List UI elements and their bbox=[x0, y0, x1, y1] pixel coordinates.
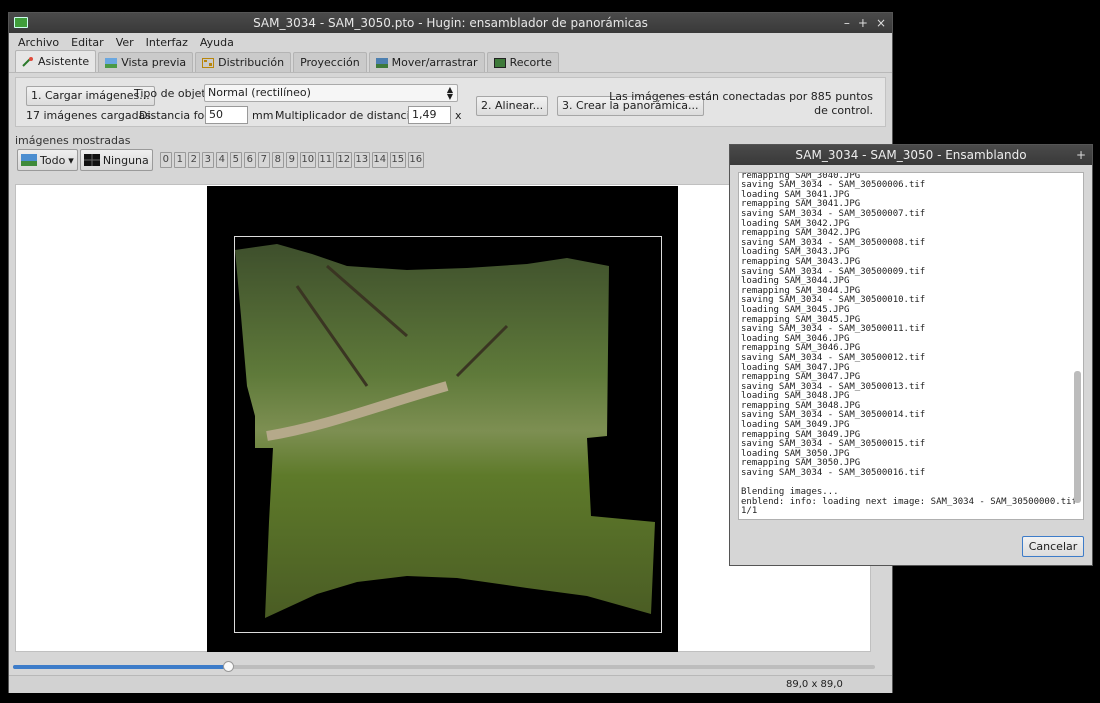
lens-type-select[interactable]: Normal (rectilíneo) ▲ ▼ bbox=[204, 84, 458, 102]
focal-unit-label: mm bbox=[252, 109, 274, 122]
image-toggle-0[interactable]: 0 bbox=[159, 152, 172, 168]
spin-arrows-icon: ▲ ▼ bbox=[446, 85, 453, 101]
no-images-icon bbox=[83, 154, 100, 166]
log-text: loading SAM_3040.JPG remapping SAM_3040.… bbox=[741, 172, 1077, 517]
window-title: SAM_3034 - SAM_3050.pto - Hugin: ensambl… bbox=[253, 16, 648, 30]
loaded-count-text: 17 imágenes cargadas. bbox=[26, 109, 155, 122]
scrollbar-thumb[interactable] bbox=[1074, 371, 1081, 503]
image-toggle-11[interactable]: 11 bbox=[317, 152, 334, 168]
dialog-titlebar[interactable]: SAM_3034 - SAM_3050 - Ensamblando + bbox=[730, 145, 1092, 165]
dropdown-arrow-icon: ▾ bbox=[68, 153, 74, 167]
image-toggle-4[interactable]: 4 bbox=[215, 152, 228, 168]
tab-proyeccion[interactable]: Proyección bbox=[293, 52, 367, 72]
all-images-icon bbox=[21, 154, 37, 166]
slider-thumb[interactable] bbox=[222, 661, 234, 672]
lens-type-value: Normal (rectilíneo) bbox=[208, 86, 311, 99]
menu-archivo[interactable]: Archivo bbox=[12, 36, 65, 49]
tab-mover-arrastrar[interactable]: Mover/arrastrar bbox=[368, 52, 485, 72]
image-toggle-15[interactable]: 15 bbox=[389, 152, 406, 168]
show-none-button[interactable]: Ninguna bbox=[79, 149, 153, 171]
image-toggle-10[interactable]: 10 bbox=[299, 152, 316, 168]
image-toggle-14[interactable]: 14 bbox=[371, 152, 388, 168]
show-all-label: Todo bbox=[40, 153, 66, 167]
panorama-canvas[interactable] bbox=[207, 186, 678, 652]
tab-label: Proyección bbox=[300, 56, 360, 69]
slider-fill bbox=[13, 665, 229, 669]
image-toggle-12[interactable]: 12 bbox=[335, 152, 352, 168]
tab-label: Distribución bbox=[218, 56, 285, 69]
show-all-button[interactable]: Todo ▾ bbox=[17, 149, 78, 171]
align-button[interactable]: 2. Alinear... bbox=[476, 96, 549, 116]
menubar: Archivo Editar Ver Interfaz Ayuda bbox=[9, 33, 892, 51]
image-toggle-16[interactable]: 16 bbox=[407, 152, 424, 168]
layout-icon bbox=[202, 57, 215, 68]
log-scrollbar[interactable] bbox=[1074, 175, 1081, 517]
stitching-dialog: SAM_3034 - SAM_3050 - Ensamblando + load… bbox=[729, 144, 1093, 566]
image-toggle-7[interactable]: 7 bbox=[257, 152, 270, 168]
tab-asistente[interactable]: Asistente bbox=[15, 50, 97, 72]
tab-label: Asistente bbox=[38, 55, 90, 68]
wand-icon bbox=[22, 56, 34, 67]
show-none-label: Ninguna bbox=[102, 153, 149, 167]
main-titlebar[interactable]: SAM_3034 - SAM_3050.pto - Hugin: ensambl… bbox=[9, 13, 892, 33]
focal-length-input[interactable]: 50 bbox=[205, 106, 248, 124]
menu-ayuda[interactable]: Ayuda bbox=[194, 36, 240, 49]
menu-editar[interactable]: Editar bbox=[65, 36, 110, 49]
crop-factor-input[interactable]: 1,49 bbox=[408, 106, 451, 124]
status-bar: 89,0 x 89,0 bbox=[9, 675, 892, 693]
preview-slider[interactable] bbox=[13, 661, 875, 672]
tab-distribucion[interactable]: Distribución bbox=[195, 52, 292, 72]
image-toggle-1[interactable]: 1 bbox=[173, 152, 186, 168]
tab-vista-previa[interactable]: Vista previa bbox=[98, 52, 194, 72]
image-toggle-9[interactable]: 9 bbox=[285, 152, 298, 168]
control-points-status-1: Las imágenes están conectadas por 885 pu… bbox=[609, 90, 873, 103]
shown-images-label: imágenes mostradas bbox=[15, 134, 131, 147]
close-button[interactable]: × bbox=[876, 13, 886, 33]
image-toggle-6[interactable]: 6 bbox=[243, 152, 256, 168]
control-points-status-2: de control. bbox=[814, 104, 873, 117]
image-toggle-2[interactable]: 2 bbox=[187, 152, 200, 168]
image-toggle-13[interactable]: 13 bbox=[353, 152, 370, 168]
menu-interfaz[interactable]: Interfaz bbox=[140, 36, 194, 49]
menu-ver[interactable]: Ver bbox=[110, 36, 140, 49]
image-toggle-3[interactable]: 3 bbox=[201, 152, 214, 168]
image-toggle-5[interactable]: 5 bbox=[229, 152, 242, 168]
landscape-icon bbox=[105, 57, 118, 68]
tab-recorte[interactable]: Recorte bbox=[486, 52, 559, 72]
dialog-maximize-button[interactable]: + bbox=[1076, 145, 1086, 165]
crop-unit-label: x bbox=[455, 109, 462, 122]
tab-label: Mover/arrastrar bbox=[391, 56, 478, 69]
minimize-button[interactable]: – bbox=[844, 13, 850, 33]
crop-icon bbox=[493, 57, 506, 68]
hugin-app-icon bbox=[14, 17, 28, 28]
log-output[interactable]: loading SAM_3040.JPG remapping SAM_3040.… bbox=[738, 172, 1084, 520]
maximize-button[interactable]: + bbox=[858, 13, 868, 33]
dialog-title: SAM_3034 - SAM_3050 - Ensamblando bbox=[795, 148, 1027, 162]
image-toggle-8[interactable]: 8 bbox=[271, 152, 284, 168]
tab-label: Vista previa bbox=[121, 56, 187, 69]
assistant-panel: 1. Cargar imágenes... 17 imágenes cargad… bbox=[15, 77, 886, 127]
shown-images-toolbar: Todo ▾ Ninguna 0 1 2 3 4 5 6 7 8 9 10 11… bbox=[17, 149, 424, 171]
crop-frame[interactable] bbox=[234, 236, 662, 633]
cancel-button[interactable]: Cancelar bbox=[1022, 536, 1084, 557]
tab-bar: Asistente Vista previa Distribución Proy… bbox=[9, 50, 892, 73]
tab-label: Recorte bbox=[509, 56, 552, 69]
move-icon bbox=[375, 57, 388, 68]
canvas-dimensions: 89,0 x 89,0 bbox=[786, 679, 843, 690]
